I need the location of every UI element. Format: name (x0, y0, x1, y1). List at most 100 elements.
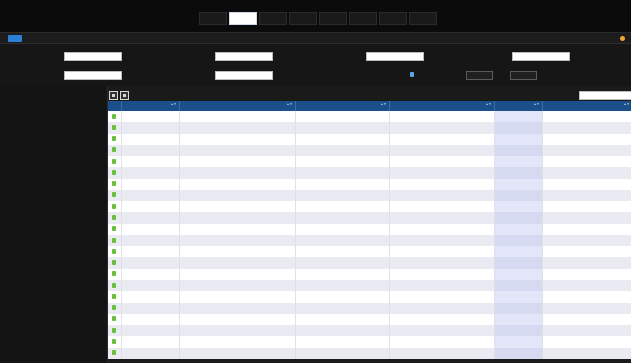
logout-link[interactable] (618, 36, 625, 41)
study-status-icon[interactable] (112, 226, 117, 232)
study-status-icon[interactable] (112, 215, 117, 221)
table-row[interactable] (108, 313, 631, 326)
grid-tool-icon[interactable] (109, 91, 118, 100)
tab-4[interactable] (289, 12, 317, 25)
table-row[interactable] (108, 178, 631, 190)
reset-button[interactable] (510, 71, 537, 80)
study-description-input[interactable] (64, 71, 122, 80)
cell-patient-name (179, 189, 296, 202)
table-row[interactable] (108, 302, 631, 314)
table-row[interactable] (108, 234, 631, 247)
row-icon-cell (108, 201, 122, 213)
cell-modality (494, 257, 543, 269)
table-row[interactable] (108, 167, 631, 179)
tab-2-active[interactable] (229, 12, 257, 25)
table-row[interactable] (108, 347, 631, 359)
cell-images (542, 291, 631, 303)
cell-patient-id (121, 133, 180, 145)
cell-study-date (295, 167, 390, 179)
study-status-icon[interactable] (112, 147, 117, 153)
cell-images (542, 268, 631, 280)
table-row[interactable] (108, 189, 631, 202)
cell-study-description (389, 144, 495, 157)
study-status-icon[interactable] (112, 248, 117, 254)
tab-5[interactable] (319, 12, 347, 25)
table-row[interactable] (108, 111, 631, 123)
study-status-icon[interactable] (112, 282, 117, 288)
study-status-icon[interactable] (112, 271, 117, 277)
row-icon-cell (108, 291, 122, 303)
study-status-icon[interactable] (112, 327, 117, 333)
study-status-icon[interactable] (112, 113, 117, 119)
tab-strip (199, 12, 437, 25)
tab-7[interactable] (379, 12, 407, 25)
table-row[interactable] (108, 144, 631, 157)
table-row[interactable] (108, 223, 631, 235)
cell-modality (494, 167, 543, 179)
table-row[interactable] (108, 246, 631, 258)
col-header-images[interactable]: ▲▼ (542, 101, 631, 111)
tab-8[interactable] (409, 12, 437, 25)
col-header-select[interactable] (108, 101, 122, 111)
primary-button[interactable] (8, 35, 22, 42)
table-row[interactable] (108, 201, 631, 213)
tab-3[interactable] (259, 12, 287, 25)
table-row[interactable] (108, 279, 631, 292)
study-status-icon[interactable] (112, 192, 117, 198)
modality-picker-icon[interactable] (410, 72, 414, 77)
col-header-modality[interactable]: ▲▼ (494, 101, 543, 111)
filter-input[interactable] (579, 91, 631, 100)
study-status-icon[interactable] (112, 293, 117, 299)
study-status-icon[interactable] (112, 305, 117, 311)
study-status-icon[interactable] (112, 181, 117, 187)
study-status-icon[interactable] (112, 169, 117, 175)
study-status-icon[interactable] (112, 316, 117, 322)
cell-patient-name (179, 212, 296, 224)
grid-tool-icon[interactable] (120, 91, 129, 100)
cell-study-date (295, 313, 390, 326)
table-row[interactable] (108, 336, 631, 348)
study-status-icon[interactable] (112, 350, 117, 356)
studies-table: ▲▼ ▲▼ ▲▼ ▲▼ ▲▼ ▲▼ (108, 101, 631, 359)
study-status-icon[interactable] (112, 237, 117, 243)
search-button[interactable] (466, 71, 493, 80)
study-status-icon[interactable] (112, 136, 117, 142)
row-icon-cell (108, 156, 122, 168)
cell-patient-id (121, 122, 180, 134)
col-header-study-date[interactable]: ▲▼ (295, 101, 390, 111)
col-header-patient-name[interactable]: ▲▼ (179, 101, 296, 111)
cell-study-date (295, 347, 390, 359)
patient-id-input[interactable] (64, 52, 122, 61)
study-status-icon[interactable] (112, 338, 117, 344)
table-row[interactable] (108, 122, 631, 134)
tab-1[interactable] (199, 12, 227, 25)
cell-patient-id (121, 336, 180, 348)
cell-images (542, 347, 631, 359)
study-status-icon[interactable] (112, 203, 117, 209)
study-date-to-input[interactable] (512, 52, 570, 61)
study-date-from-input[interactable] (366, 52, 424, 61)
study-status-icon[interactable] (112, 158, 117, 164)
table-row[interactable] (108, 156, 631, 168)
tab-6[interactable] (349, 12, 377, 25)
table-row[interactable] (108, 257, 631, 269)
cell-patient-name (179, 144, 296, 157)
cell-images (542, 246, 631, 258)
table-row[interactable] (108, 212, 631, 224)
cell-patient-id (121, 111, 180, 123)
cell-patient-name (179, 122, 296, 134)
table-row[interactable] (108, 133, 631, 145)
logout-icon[interactable] (620, 36, 625, 41)
table-row[interactable] (108, 325, 631, 337)
cell-patient-name (179, 291, 296, 303)
study-status-icon[interactable] (112, 124, 117, 130)
table-row[interactable] (108, 268, 631, 280)
patient-name-input[interactable] (215, 52, 273, 61)
table-row[interactable] (108, 291, 631, 303)
referring-physician-input[interactable] (215, 71, 273, 80)
cell-patient-name (179, 279, 296, 292)
col-header-patient-id[interactable]: ▲▼ (121, 101, 180, 111)
cell-patient-id (121, 223, 180, 235)
study-status-icon[interactable] (112, 260, 117, 266)
col-header-study-description[interactable]: ▲▼ (389, 101, 495, 111)
